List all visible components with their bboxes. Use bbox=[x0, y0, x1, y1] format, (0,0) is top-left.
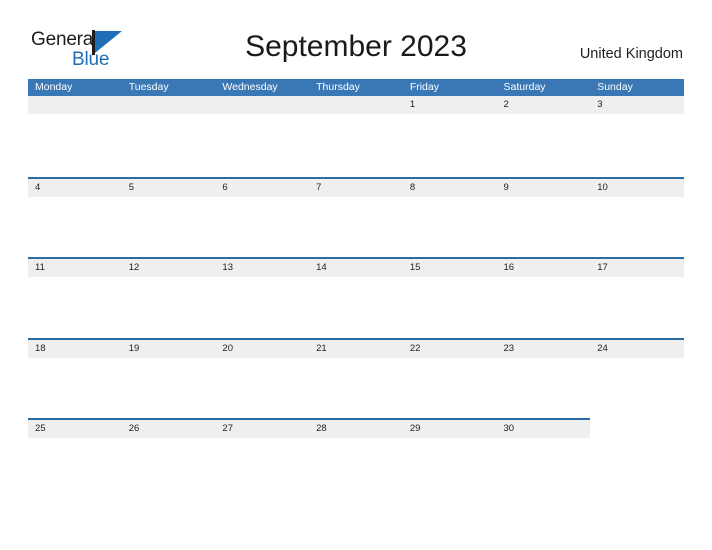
week-row: 1 2 3 bbox=[28, 96, 684, 177]
day-number-cell[interactable] bbox=[309, 96, 403, 114]
day-note-cell[interactable] bbox=[28, 277, 122, 337]
page-header: General Blue September 2023 United Kingd… bbox=[0, 0, 712, 78]
day-note-cell[interactable] bbox=[215, 438, 309, 498]
day-number-cell[interactable]: 14 bbox=[309, 259, 403, 277]
weekday-header-row: Monday Tuesday Wednesday Thursday Friday… bbox=[28, 79, 684, 96]
day-note-cell[interactable] bbox=[497, 358, 591, 418]
week-row: 4 5 6 7 8 9 10 bbox=[28, 176, 684, 258]
day-note-cell[interactable] bbox=[122, 197, 216, 257]
day-note-cell[interactable] bbox=[309, 358, 403, 418]
week-date-band: 1 2 3 bbox=[28, 96, 684, 114]
day-number-cell[interactable]: 4 bbox=[28, 179, 122, 197]
day-number-cell[interactable]: 2 bbox=[497, 96, 591, 114]
day-number-cell[interactable]: 10 bbox=[590, 179, 684, 197]
week-row: 25 26 27 28 29 30 bbox=[28, 418, 684, 499]
day-note-cell[interactable] bbox=[590, 358, 684, 418]
day-number-cell[interactable]: 23 bbox=[497, 340, 591, 358]
day-number-cell[interactable] bbox=[215, 96, 309, 114]
day-number-cell[interactable] bbox=[122, 96, 216, 114]
day-number-cell[interactable]: 9 bbox=[497, 179, 591, 197]
day-number-cell[interactable]: 15 bbox=[403, 259, 497, 277]
weekday-header-wednesday: Wednesday bbox=[222, 81, 278, 93]
day-number-cell[interactable]: 6 bbox=[215, 179, 309, 197]
day-note-cell[interactable] bbox=[28, 197, 122, 257]
day-number-cell[interactable]: 16 bbox=[497, 259, 591, 277]
week-date-band: 11 12 13 14 15 16 17 bbox=[28, 257, 684, 277]
day-note-cell[interactable] bbox=[122, 116, 216, 176]
day-note-cell[interactable] bbox=[215, 197, 309, 257]
day-note-cell[interactable] bbox=[590, 277, 684, 337]
week-date-band: 18 19 20 21 22 23 24 bbox=[28, 337, 684, 358]
week-note-area bbox=[28, 438, 684, 498]
day-note-cell[interactable] bbox=[122, 277, 216, 337]
day-number-cell[interactable]: 20 bbox=[215, 340, 309, 358]
week-date-band: 25 26 27 28 29 30 bbox=[28, 418, 591, 438]
day-number-cell[interactable]: 7 bbox=[309, 179, 403, 197]
day-note-cell[interactable] bbox=[28, 358, 122, 418]
day-note-cell[interactable] bbox=[403, 116, 497, 176]
day-number-cell[interactable]: 17 bbox=[590, 259, 684, 277]
day-note-cell[interactable] bbox=[122, 438, 216, 498]
day-number-cell[interactable]: 28 bbox=[309, 420, 403, 438]
day-note-cell[interactable] bbox=[403, 438, 497, 498]
week-note-area bbox=[28, 116, 684, 176]
day-note-cell[interactable] bbox=[403, 358, 497, 418]
day-note-cell[interactable] bbox=[497, 116, 591, 176]
day-number-cell[interactable]: 26 bbox=[122, 420, 216, 438]
day-number-cell[interactable]: 11 bbox=[28, 259, 122, 277]
day-note-cell[interactable] bbox=[590, 116, 684, 176]
day-note-cell[interactable] bbox=[497, 438, 591, 498]
week-date-band: 4 5 6 7 8 9 10 bbox=[28, 176, 684, 197]
day-number-cell[interactable]: 29 bbox=[403, 420, 497, 438]
day-number-cell[interactable] bbox=[28, 96, 122, 114]
day-note-cell[interactable] bbox=[497, 277, 591, 337]
day-number-cell[interactable]: 27 bbox=[215, 420, 309, 438]
day-number-cell[interactable]: 21 bbox=[309, 340, 403, 358]
day-note-cell[interactable] bbox=[28, 116, 122, 176]
weekday-header-friday: Friday bbox=[409, 81, 439, 93]
weekday-header-thursday: Thursday bbox=[316, 81, 360, 93]
day-note-cell[interactable] bbox=[215, 358, 309, 418]
day-note-cell[interactable] bbox=[403, 197, 497, 257]
week-note-area bbox=[28, 197, 684, 257]
day-note-cell[interactable] bbox=[215, 277, 309, 337]
weekday-header-tuesday: Tuesday bbox=[128, 81, 169, 93]
week-row: 18 19 20 21 22 23 24 bbox=[28, 337, 684, 419]
day-number-cell[interactable]: 3 bbox=[590, 96, 684, 114]
weekday-header-sunday: Sunday bbox=[597, 81, 633, 93]
week-note-area bbox=[28, 277, 684, 337]
day-number-cell[interactable]: 22 bbox=[403, 340, 497, 358]
day-number-cell[interactable]: 19 bbox=[122, 340, 216, 358]
locale-label: United Kingdom bbox=[579, 46, 683, 62]
day-number-cell[interactable]: 18 bbox=[28, 340, 122, 358]
day-number-cell[interactable]: 8 bbox=[403, 179, 497, 197]
day-number-cell[interactable]: 24 bbox=[590, 340, 684, 358]
day-note-cell[interactable] bbox=[28, 438, 122, 498]
day-note-cell[interactable] bbox=[215, 116, 309, 176]
weekday-header-monday: Monday bbox=[35, 81, 73, 93]
day-note-cell[interactable] bbox=[590, 197, 684, 257]
day-note-cell[interactable] bbox=[309, 277, 403, 337]
day-note-cell[interactable] bbox=[309, 438, 403, 498]
day-number-cell[interactable]: 12 bbox=[122, 259, 216, 277]
day-number-cell[interactable]: 25 bbox=[28, 420, 122, 438]
weekday-header-saturday: Saturday bbox=[503, 81, 546, 93]
day-number-cell[interactable]: 13 bbox=[215, 259, 309, 277]
day-note-cell[interactable] bbox=[403, 277, 497, 337]
day-note-cell[interactable] bbox=[497, 197, 591, 257]
week-note-area bbox=[28, 358, 684, 418]
calendar-page: General Blue September 2023 United Kingd… bbox=[0, 0, 712, 550]
day-note-cell[interactable] bbox=[122, 358, 216, 418]
day-note-cell[interactable] bbox=[309, 197, 403, 257]
calendar-grid: Monday Tuesday Wednesday Thursday Friday… bbox=[28, 79, 684, 499]
day-number-cell[interactable]: 1 bbox=[403, 96, 497, 114]
day-number-cell[interactable]: 30 bbox=[497, 420, 591, 438]
day-number-cell[interactable]: 5 bbox=[122, 179, 216, 197]
week-row: 11 12 13 14 15 16 17 bbox=[28, 257, 684, 338]
day-note-cell[interactable] bbox=[309, 116, 403, 176]
